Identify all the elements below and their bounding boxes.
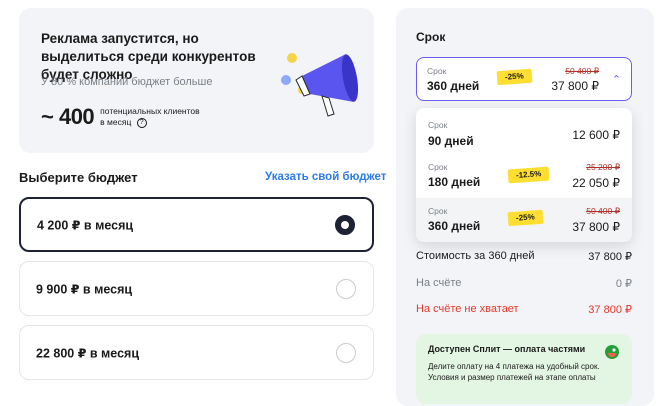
promo-subtitle: У 80 % компаний бюджет больше bbox=[41, 76, 213, 88]
balance-value: 0 ₽ bbox=[615, 278, 632, 290]
shortfall-value: 37 800 ₽ bbox=[588, 304, 632, 316]
term-option-value: 360 дней bbox=[428, 219, 481, 233]
split-banner[interactable]: Доступен Сплит — оплата частями Делите о… bbox=[416, 334, 632, 404]
term-dropdown: Срок 90 дней 12 600 ₽ Срок 180 дней -12.… bbox=[416, 108, 632, 242]
promo-card: Реклама запустится, но выделиться среди … bbox=[19, 8, 374, 153]
term-title: Срок bbox=[416, 30, 446, 44]
split-logo-icon bbox=[605, 345, 619, 359]
clients-caption: потенциальных клиентов в месяц ? bbox=[100, 106, 200, 128]
cost-label: Стоимость за 360 дней bbox=[416, 250, 535, 262]
term-option-value: 180 дней bbox=[428, 175, 481, 189]
radio-unselected[interactable] bbox=[336, 278, 356, 299]
term-select-value: 360 дней bbox=[427, 79, 480, 93]
budget-option-label: 4 200 ₽ в месяц bbox=[37, 218, 134, 232]
term-option-360[interactable]: Срок 360 дней -25% 50 400 ₽ 37 800 ₽ bbox=[416, 198, 632, 242]
price: 37 800 ₽ bbox=[572, 220, 620, 234]
term-option-180[interactable]: Срок 180 дней -12.5% 25 200 ₽ 22 050 ₽ bbox=[416, 154, 632, 198]
discount-badge: -25% bbox=[496, 68, 533, 86]
custom-budget-link[interactable]: Указать свой бюджет bbox=[265, 171, 386, 183]
shortfall-label: На счёте не хватает bbox=[416, 303, 519, 315]
discount-badge: -25% bbox=[507, 209, 544, 227]
term-select[interactable]: Срок 360 дней -25% 50 400 ₽ 37 800 ₽ ⌃ bbox=[416, 57, 632, 101]
price: 22 050 ₽ bbox=[572, 176, 620, 190]
old-price: 25 200 ₽ bbox=[586, 162, 620, 172]
shortfall-row: На счёте не хватает 37 800 ₽ bbox=[416, 303, 632, 316]
help-icon[interactable]: ? bbox=[136, 117, 147, 128]
old-price: 50 400 ₽ bbox=[565, 66, 599, 76]
balance-row: На счёте 0 ₽ bbox=[416, 277, 632, 290]
promo-count: ~ 400 потенциальных клиентов в месяц ? bbox=[41, 104, 200, 130]
radio-unselected[interactable] bbox=[336, 342, 356, 363]
cost-row: Стоимость за 360 дней 37 800 ₽ bbox=[416, 250, 632, 263]
megaphone-illustration-icon bbox=[281, 53, 359, 117]
radio-selected[interactable] bbox=[335, 214, 355, 235]
clients-caption-line2: в месяц bbox=[100, 117, 132, 127]
term-option-label: Срок bbox=[428, 162, 448, 172]
clients-caption-line1: потенциальных клиентов bbox=[100, 106, 200, 116]
cost-value: 37 800 ₽ bbox=[588, 251, 632, 263]
term-option-90[interactable]: Срок 90 дней 12 600 ₽ bbox=[416, 110, 632, 154]
split-text: Делите оплату на 4 платежа на удобный ср… bbox=[428, 362, 600, 382]
discount-badge: -12.5% bbox=[507, 166, 550, 184]
price: 12 600 ₽ bbox=[572, 128, 620, 142]
budget-option-label: 22 800 ₽ в месяц bbox=[36, 346, 139, 360]
balance-label: На счёте bbox=[416, 277, 462, 289]
clients-count: ~ 400 bbox=[41, 104, 95, 129]
budget-option-4200[interactable]: 4 200 ₽ в месяц bbox=[19, 197, 374, 252]
chevron-up-icon[interactable]: ⌃ bbox=[612, 73, 621, 86]
budget-option-22800[interactable]: 22 800 ₽ в месяц bbox=[19, 325, 374, 380]
term-option-value: 90 дней bbox=[428, 134, 474, 148]
budget-heading: Выберите бюджет bbox=[19, 170, 138, 185]
old-price: 50 400 ₽ bbox=[586, 206, 620, 216]
term-select-label: Срок bbox=[427, 66, 447, 76]
budget-option-9900[interactable]: 9 900 ₽ в месяц bbox=[19, 261, 374, 316]
price: 37 800 ₽ bbox=[551, 79, 599, 93]
term-option-label: Срок bbox=[428, 120, 448, 130]
term-option-label: Срок bbox=[428, 206, 448, 216]
budget-option-label: 9 900 ₽ в месяц bbox=[36, 282, 133, 296]
split-title: Доступен Сплит — оплата частями bbox=[428, 344, 586, 354]
